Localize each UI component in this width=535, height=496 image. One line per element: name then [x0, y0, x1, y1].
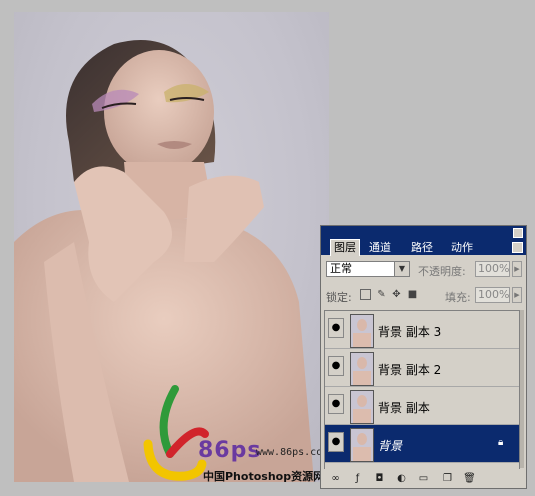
blend-mode-select[interactable]: 正常 ▼ [326, 261, 410, 277]
add-mask-icon[interactable]: ◘ [373, 472, 386, 485]
close-icon[interactable] [513, 228, 523, 238]
opacity-arrow-icon[interactable]: ▶ [512, 261, 522, 277]
layer-name: 背景 副本 3 [378, 325, 442, 339]
eye-icon[interactable]: ● [328, 432, 344, 452]
fill-label: 填充: [445, 291, 471, 304]
palette-menu-icon[interactable] [512, 242, 523, 253]
layer-name: 背景 副本 2 [378, 363, 442, 377]
layer-name: 背景 副本 [378, 401, 430, 415]
layers-list: ● 背景 副本 3 ● 背景 副本 2 ● 背景 副本 ● 背景 🔒︎ [324, 310, 520, 470]
layers-palette: 图层 通道 路径 动作 正常 ▼ 不透明度: 100% ▶ 锁定: ✎ ✥ ■ … [320, 225, 527, 489]
eye-icon[interactable]: ● [328, 356, 344, 376]
lock-transparency-icon[interactable] [360, 289, 371, 300]
lock-icon: 🔒︎ [498, 437, 504, 448]
layer-thumbnail [350, 390, 374, 424]
new-layer-icon[interactable]: ❐ [441, 472, 454, 485]
chevron-down-icon: ▼ [394, 262, 409, 276]
lock-label: 锁定: [326, 291, 352, 304]
layer-row[interactable]: ● 背景 副本 2 [325, 349, 519, 387]
new-group-icon[interactable]: ▭ [417, 472, 430, 485]
watermark-brand: 86ps [198, 438, 262, 463]
eye-icon[interactable]: ● [328, 394, 344, 414]
lock-move-icon[interactable]: ✥ [391, 289, 402, 300]
layer-row-selected[interactable]: ● 背景 🔒︎ [325, 425, 519, 463]
layer-name: 背景 [378, 439, 403, 453]
scrollbar[interactable] [520, 310, 524, 468]
tab-paths[interactable]: 路径 [408, 240, 436, 255]
link-layers-icon[interactable]: ∞ [329, 472, 342, 485]
fill-arrow-icon[interactable]: ▶ [512, 287, 522, 303]
watermark-site-name: 中国Photoshop资源网 [203, 470, 325, 483]
opacity-label: 不透明度: [418, 265, 466, 278]
lock-brush-icon[interactable]: ✎ [376, 289, 387, 300]
lock-all-icon[interactable]: ■ [407, 289, 418, 300]
palette-footer: ∞ ƒ ◘ ◐ ▭ ❐ 🗑︎ [321, 469, 526, 488]
layer-thumbnail [350, 352, 374, 386]
eye-icon[interactable]: ● [328, 318, 344, 338]
tab-actions[interactable]: 动作 [448, 240, 476, 255]
adjustment-layer-icon[interactable]: ◐ [395, 472, 408, 485]
tab-layers[interactable]: 图层 [330, 239, 360, 256]
site-logo-icon [143, 385, 209, 481]
palette-titlebar[interactable] [321, 226, 526, 238]
trash-icon[interactable]: 🗑︎ [463, 472, 476, 485]
palette-tabs: 图层 通道 路径 动作 [321, 238, 526, 256]
layer-row[interactable]: ● 背景 副本 3 [325, 311, 519, 349]
layer-thumbnail [350, 428, 374, 462]
tab-channels[interactable]: 通道 [366, 240, 394, 255]
fill-field[interactable]: 100% [475, 287, 510, 303]
layer-thumbnail [350, 314, 374, 348]
opacity-field[interactable]: 100% [475, 261, 510, 277]
layer-style-icon[interactable]: ƒ [351, 472, 364, 485]
watermark-url: www.86ps.com [256, 447, 329, 458]
layer-row[interactable]: ● 背景 副本 [325, 387, 519, 425]
blend-mode-value: 正常 [330, 262, 352, 275]
